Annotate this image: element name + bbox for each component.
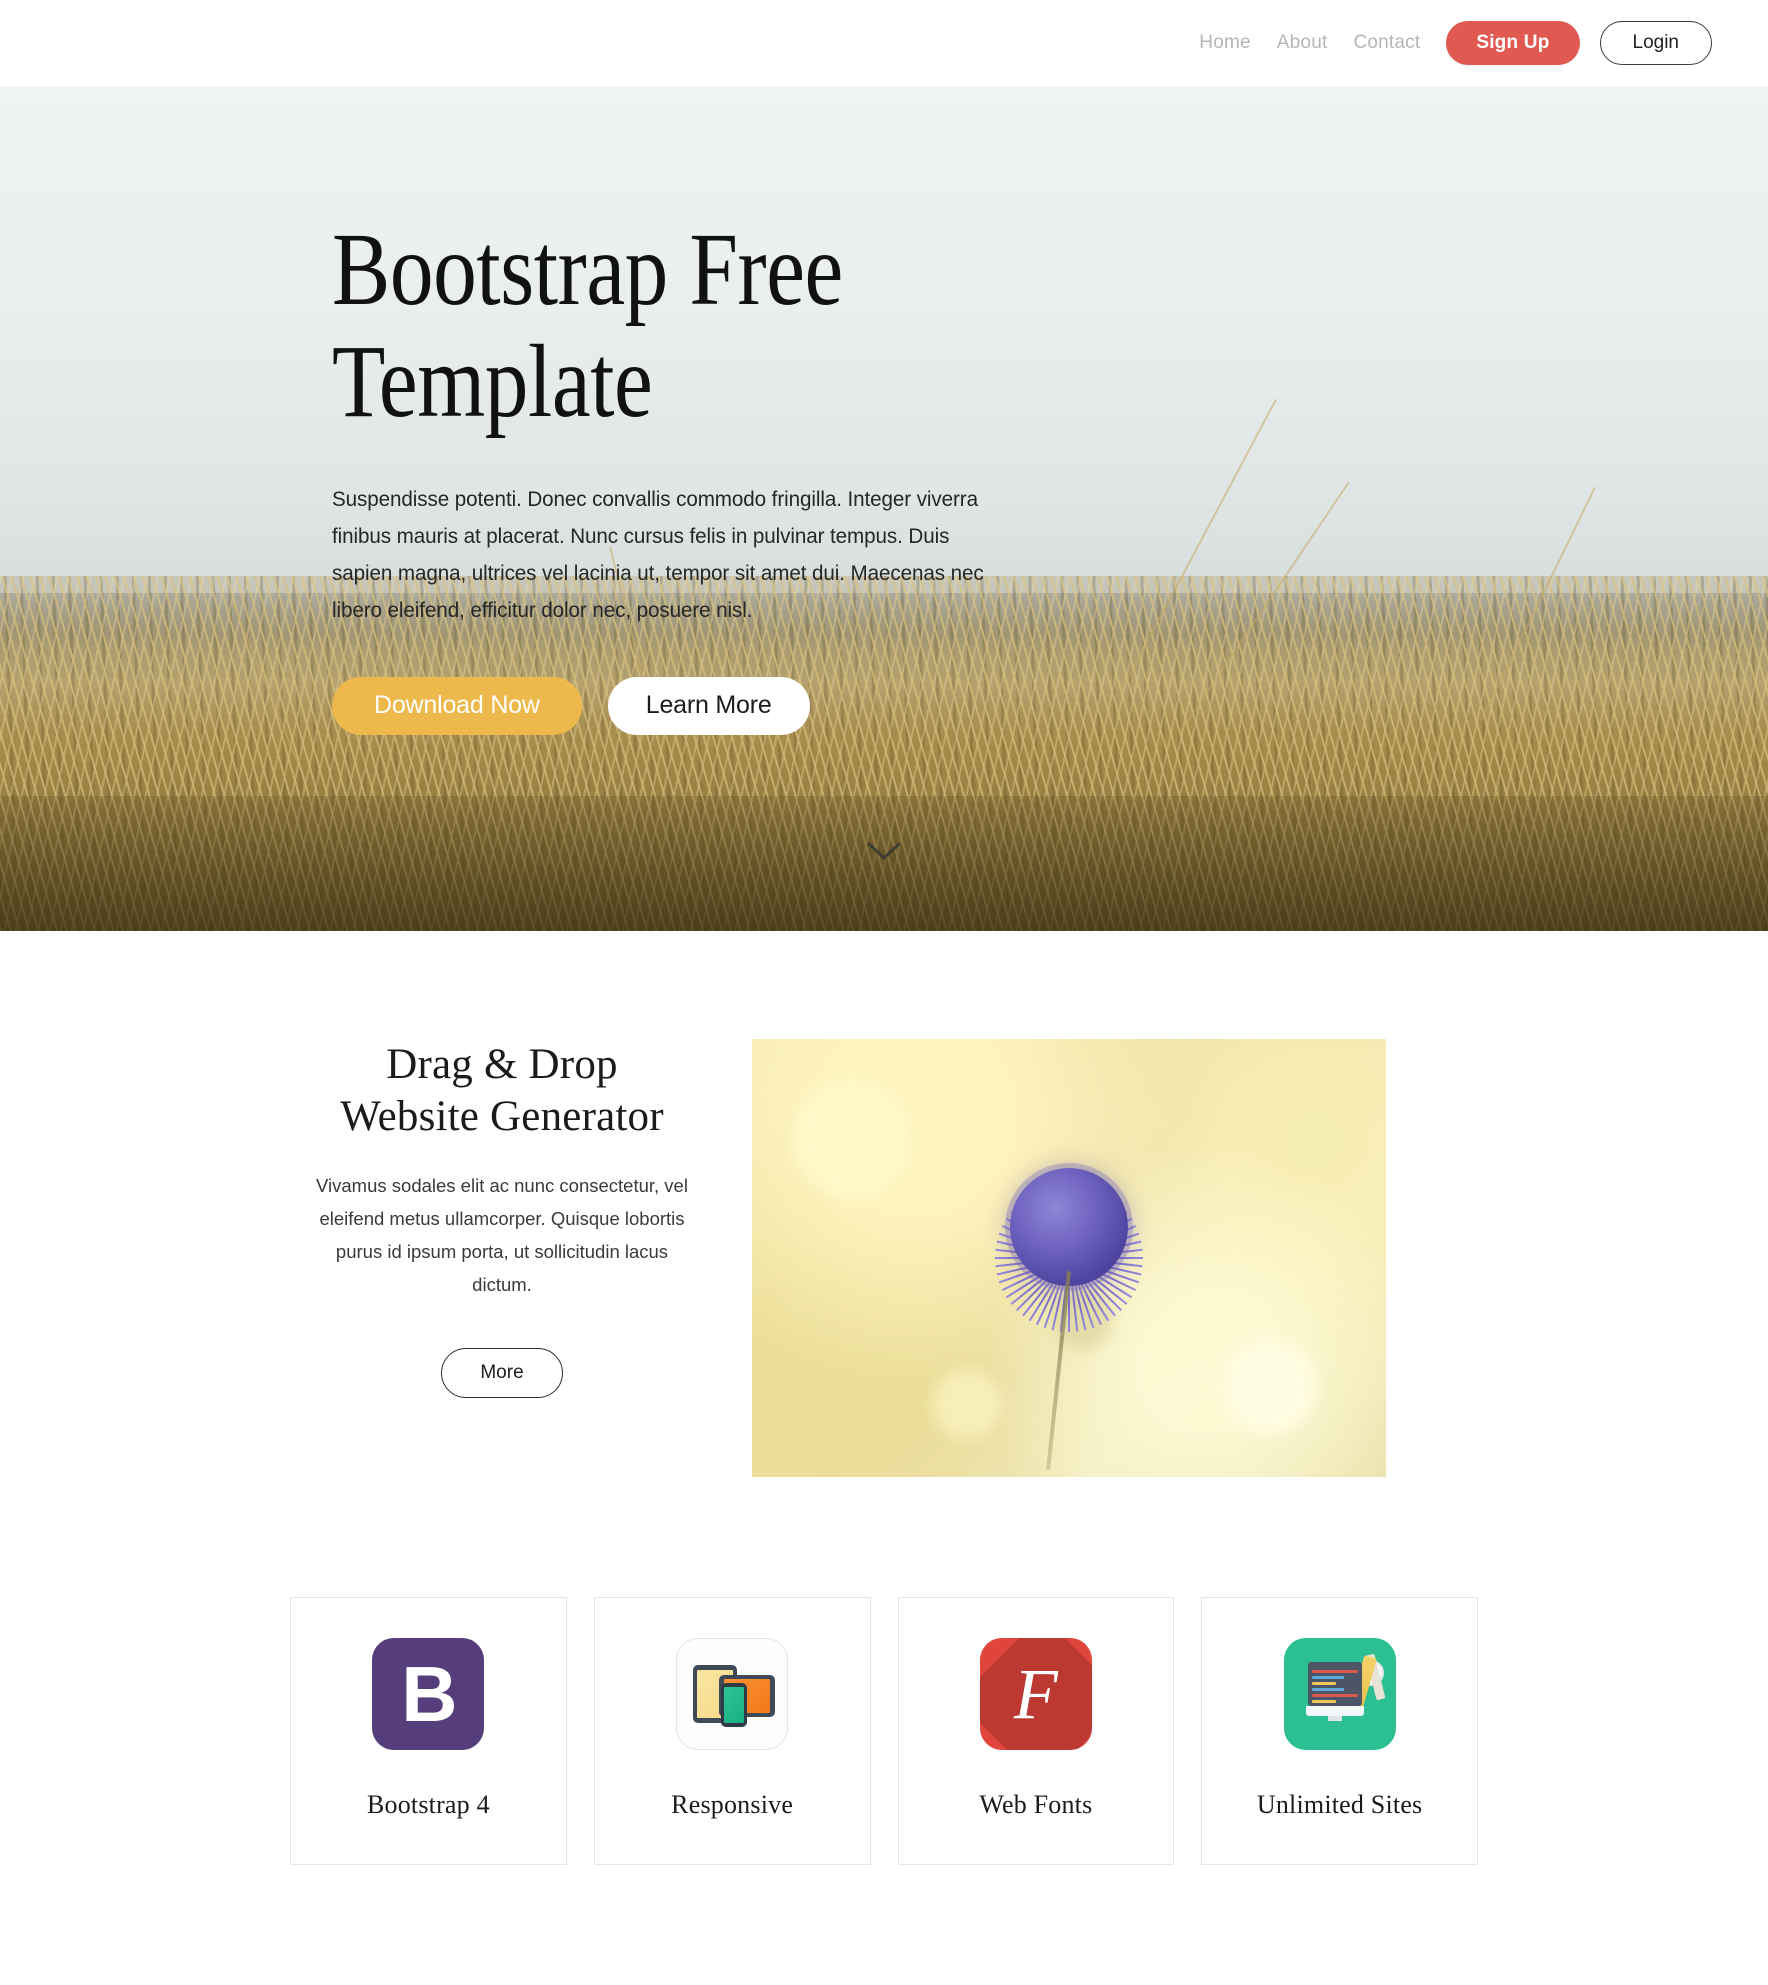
feature-paragraph: Vivamus sodales elit ac nunc consectetur… [316, 1174, 688, 1295]
card-label-bootstrap-4: Bootstrap 4 [366, 1790, 490, 1819]
card-bootstrap-4[interactable]: B Bootstrap 4 [290, 1597, 567, 1865]
hero-cta-group: Download Now Learn More [332, 676, 1100, 735]
download-now-button[interactable]: Download Now [332, 676, 582, 735]
landing-page: Home About Contact Sign Up Login Bootstr… [0, 0, 1768, 1985]
feature-text-column: Drag & Drop Website Generator Vivamus so… [0, 1039, 744, 1398]
card-label-web-fonts: Web Fonts [979, 1790, 1093, 1819]
bootstrap-icon-glyph: B [401, 1650, 457, 1738]
bootstrap-icon: B [372, 1638, 485, 1750]
card-label-responsive: Responsive [671, 1790, 794, 1819]
thistle-flower-photo [752, 1039, 1386, 1477]
learn-more-button[interactable]: Learn More [607, 676, 810, 735]
login-button[interactable]: Login [1599, 21, 1712, 65]
nav-links: Home About Contact [1199, 32, 1420, 54]
font-awesome-icon-glyph: F [1013, 1654, 1058, 1734]
font-awesome-icon: F [979, 1638, 1092, 1750]
feature-title: Drag & Drop Website Generator [340, 1041, 664, 1141]
feature-section: Drag & Drop Website Generator Vivamus so… [0, 931, 1768, 1477]
card-unlimited-sites[interactable]: Unlimited Sites [1201, 1597, 1478, 1865]
card-web-fonts[interactable]: F Web Fonts [897, 1597, 1175, 1865]
hero-content: Bootstrap Free Template Suspendisse pote… [0, 86, 1100, 735]
navbar: Home About Contact Sign Up Login [0, 0, 1768, 86]
feature-cards-row: B Bootstrap 4 Responsive F Web Fonts Unl… [0, 1477, 1768, 1985]
hero-title: Bootstrap Free Template [332, 212, 843, 440]
card-label-unlimited-sites: Unlimited Sites [1256, 1790, 1423, 1819]
workstation-icon [1283, 1638, 1396, 1750]
thistle-bloom [1010, 1168, 1128, 1287]
hero-paragraph: Suspendisse potenti. Donec convallis com… [332, 486, 984, 622]
nav-link-about[interactable]: About [1277, 32, 1328, 54]
card-responsive[interactable]: Responsive [593, 1597, 871, 1865]
nav-link-home[interactable]: Home [1199, 32, 1250, 54]
chevron-down-icon[interactable] [867, 842, 901, 867]
feature-image-column [752, 1039, 1386, 1477]
nav-link-contact[interactable]: Contact [1353, 32, 1420, 54]
sign-up-button[interactable]: Sign Up [1446, 21, 1580, 65]
hero-section: Bootstrap Free Template Suspendisse pote… [0, 86, 1768, 931]
devices-icon [676, 1638, 789, 1750]
more-button[interactable]: More [441, 1347, 563, 1398]
